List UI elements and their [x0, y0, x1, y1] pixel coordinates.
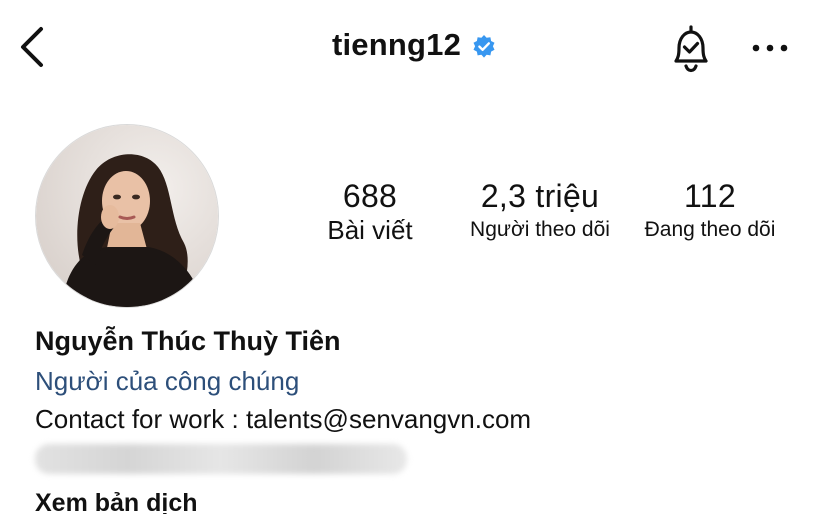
stat-followers-label: Người theo dõi	[470, 218, 610, 241]
username-title: tienng12	[331, 27, 462, 62]
stat-following[interactable]: 112 Đang theo dõi	[630, 176, 790, 244]
stat-followers-value: 2,3 triệu	[480, 178, 600, 214]
profile-avatar[interactable]	[35, 124, 219, 308]
see-translation-link[interactable]: Xem bản dịch	[35, 486, 815, 514]
profile-header: tienng12	[0, 0, 829, 95]
stat-posts[interactable]: 688 Bài viết	[310, 176, 430, 244]
bell-check-icon	[674, 25, 708, 73]
more-options-button[interactable]	[745, 28, 795, 68]
more-horizontal-icon	[752, 44, 788, 52]
notifications-bell-button[interactable]	[664, 22, 718, 76]
stat-following-value: 112	[684, 178, 736, 214]
profile-bio: Nguyễn Thúc Thuỳ Tiên Người của công chú…	[35, 322, 815, 514]
blurred-text-line	[35, 444, 407, 474]
category-label: Người của công chúng	[35, 366, 300, 396]
profile-photo	[36, 125, 218, 307]
stat-following-label: Đang theo dõi	[644, 218, 776, 241]
stat-posts-label: Bài viết	[327, 215, 413, 245]
profile-page: tienng12 688 Bài viết 2,3 triệu Người th…	[0, 0, 829, 514]
contact-line: Contact for work : talents@senvangvn.com	[35, 404, 532, 434]
verified-badge-icon	[471, 34, 497, 60]
stat-followers[interactable]: 2,3 triệu Người theo dõi	[458, 176, 622, 244]
stat-posts-value: 688	[342, 178, 398, 214]
full-name: Nguyễn Thúc Thuỳ Tiên	[35, 326, 341, 356]
